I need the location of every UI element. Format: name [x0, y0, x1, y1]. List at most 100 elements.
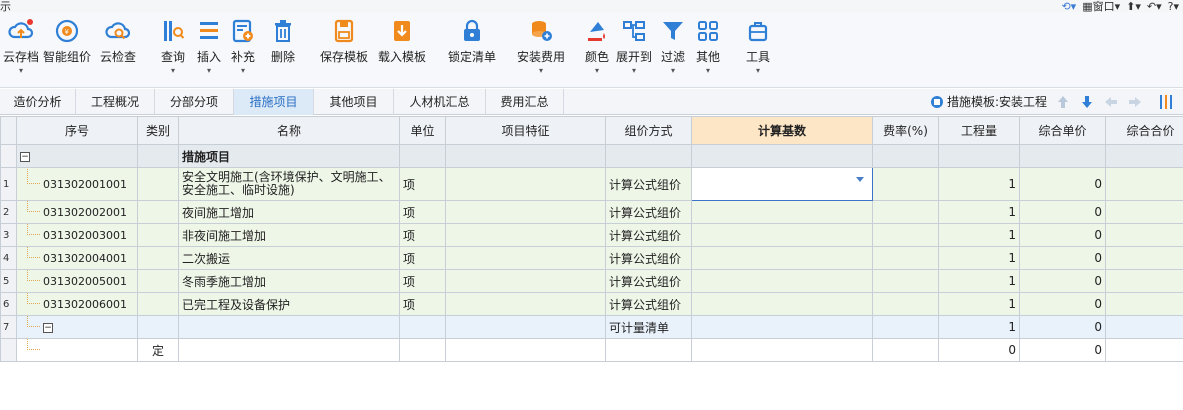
cell-method[interactable]: 可计量清单 — [605, 315, 692, 339]
tab-other-items[interactable]: 其他项目 — [314, 89, 394, 115]
cell-qty[interactable]: 0 — [938, 338, 1020, 362]
cell-unit-price[interactable] — [1019, 144, 1106, 168]
cell-total[interactable] — [1105, 292, 1183, 316]
cell-unit-price[interactable]: 0 — [1019, 292, 1106, 316]
cell-qty[interactable]: 1 — [938, 292, 1020, 316]
table-row[interactable]: 2 031302002001 夜间施工增加 项 计算公式组价 1 0 — [0, 200, 1183, 224]
move-right-icon[interactable] — [1126, 93, 1144, 111]
query-button[interactable]: 查询 ▾ — [158, 18, 188, 86]
cell-name[interactable]: 安全文明施工(含环境保护、文明施工、安全施工、临时设施) — [178, 167, 400, 201]
cell-unit[interactable]: 项 — [399, 167, 446, 201]
cell-name[interactable]: 措施项目 — [178, 144, 400, 168]
cell-unit-price[interactable]: 0 — [1019, 269, 1106, 293]
cell-seq[interactable]: 031302006001 — [16, 292, 138, 316]
cell-type[interactable] — [137, 144, 179, 168]
cell-type[interactable] — [137, 200, 179, 224]
help-icon[interactable]: ?▾ — [1168, 0, 1179, 13]
col-header-unit[interactable]: 单位 — [399, 116, 446, 145]
cell-qty[interactable]: 1 — [938, 315, 1020, 339]
col-header-base[interactable]: 计算基数 — [691, 116, 873, 145]
cell-base[interactable] — [691, 269, 873, 293]
cell-feature[interactable] — [445, 246, 606, 270]
cell-base[interactable] — [691, 200, 873, 224]
cell-seq[interactable]: − — [16, 315, 138, 339]
color-button[interactable]: 颜色 ▾ — [582, 18, 612, 86]
expand-to-button[interactable]: 展开到 ▾ — [614, 18, 654, 86]
cell-feature[interactable] — [445, 223, 606, 247]
table-row-group[interactable]: − 措施项目 — [0, 144, 1183, 168]
export-icon[interactable]: ⬆▾ — [1126, 0, 1141, 13]
column-settings-icon[interactable] — [1158, 93, 1176, 111]
insert-button[interactable]: 插入 ▾ — [194, 18, 224, 86]
cell-rate[interactable] — [872, 200, 939, 224]
cell-method[interactable]: 计算公式组价 — [605, 269, 692, 293]
cell-rate[interactable] — [872, 246, 939, 270]
cell-seq[interactable]: 031302003001 — [16, 223, 138, 247]
cell-base[interactable] — [691, 338, 873, 362]
col-header-type[interactable]: 类别 — [137, 116, 179, 145]
col-header-total[interactable]: 综合合价 — [1105, 116, 1183, 145]
cell-total[interactable] — [1105, 200, 1183, 224]
tools-button[interactable]: 工具 ▾ — [742, 18, 774, 86]
cell-name[interactable] — [178, 315, 400, 339]
cell-type[interactable] — [137, 223, 179, 247]
cell-method[interactable]: 计算公式组价 — [605, 200, 692, 224]
cell-unit[interactable]: 项 — [399, 223, 446, 247]
cell-method[interactable] — [605, 338, 692, 362]
cell-type[interactable] — [137, 269, 179, 293]
tab-fee-summary[interactable]: 费用汇总 — [486, 89, 564, 115]
move-down-icon[interactable] — [1078, 93, 1096, 111]
cell-feature[interactable] — [445, 338, 606, 362]
table-row[interactable]: 5 031302005001 冬雨季施工增加 项 计算公式组价 1 0 — [0, 269, 1183, 293]
tab-project-overview[interactable]: 工程概况 — [76, 89, 155, 115]
cell-rate[interactable] — [872, 269, 939, 293]
cell-name[interactable]: 非夜间施工增加 — [178, 223, 400, 247]
dropdown-arrow-icon[interactable] — [856, 177, 864, 182]
cell-seq[interactable]: 031302001001 — [16, 167, 138, 201]
col-header-seq[interactable]: 序号 — [16, 116, 138, 145]
cell-method[interactable]: 计算公式组价 — [605, 167, 692, 201]
collapse-icon[interactable]: − — [43, 322, 53, 333]
cell-base[interactable] — [691, 144, 873, 168]
cell-unit[interactable] — [399, 315, 446, 339]
cell-base[interactable] — [691, 292, 873, 316]
filter-button[interactable]: 过滤 ▾ — [658, 18, 688, 86]
cell-unit-price[interactable]: 0 — [1019, 338, 1106, 362]
cell-total[interactable] — [1105, 269, 1183, 293]
cell-unit[interactable]: 项 — [399, 269, 446, 293]
cell-type[interactable] — [137, 292, 179, 316]
table-row[interactable]: 定 0 0 — [0, 338, 1183, 362]
cell-rate[interactable] — [872, 144, 939, 168]
cell-base[interactable] — [691, 315, 873, 339]
cell-rate[interactable] — [872, 167, 939, 201]
cell-unit-price[interactable]: 0 — [1019, 246, 1106, 270]
cell-type[interactable] — [137, 315, 179, 339]
cell-method[interactable]: 计算公式组价 — [605, 223, 692, 247]
col-header-feature[interactable]: 项目特征 — [445, 116, 606, 145]
tab-cost-analysis[interactable]: 造价分析 — [0, 89, 76, 115]
cell-qty[interactable]: 1 — [938, 167, 1020, 201]
cell-unit-price[interactable]: 0 — [1019, 223, 1106, 247]
template-selector[interactable]: 措施模板:安装工程 — [930, 89, 1047, 115]
table-row[interactable]: 7 − 可计量清单 1 0 — [0, 315, 1183, 339]
cell-total[interactable] — [1105, 315, 1183, 339]
table-row[interactable]: 3 031302003001 非夜间施工增加 项 计算公式组价 1 0 — [0, 223, 1183, 247]
save-template-button[interactable]: 保存模板 — [318, 18, 370, 86]
delete-button[interactable]: 删除 — [266, 18, 300, 86]
col-header-unit-price[interactable]: 综合单价 — [1019, 116, 1106, 145]
cell-base[interactable] — [691, 223, 873, 247]
cell-seq[interactable]: 031302002001 — [16, 200, 138, 224]
cell-name[interactable]: 冬雨季施工增加 — [178, 269, 400, 293]
move-left-icon[interactable] — [1102, 93, 1120, 111]
lock-list-button[interactable]: 锁定清单 — [446, 18, 498, 86]
cell-method[interactable] — [605, 144, 692, 168]
col-header-name[interactable]: 名称 — [178, 116, 400, 145]
cell-name[interactable] — [178, 338, 400, 362]
cell-seq[interactable]: 031302004001 — [16, 246, 138, 270]
cell-name[interactable]: 已完工程及设备保护 — [178, 292, 400, 316]
tab-measures[interactable]: 措施项目 — [234, 89, 314, 115]
cell-method[interactable]: 计算公式组价 — [605, 246, 692, 270]
cell-qty[interactable]: 1 — [938, 246, 1020, 270]
cell-unit-price[interactable]: 0 — [1019, 167, 1106, 201]
cell-feature[interactable] — [445, 167, 606, 201]
